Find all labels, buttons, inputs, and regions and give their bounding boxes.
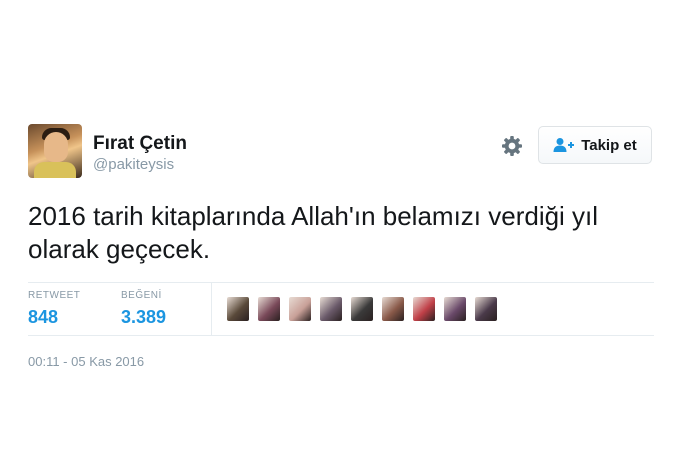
tweet-stats: RETWEET 848 BEĞENİ 3.389: [28, 282, 654, 336]
avatar[interactable]: [28, 124, 82, 178]
liker-avatar[interactable]: [320, 297, 342, 321]
gear-icon[interactable]: [500, 134, 524, 158]
like-label: BEĞENİ: [121, 290, 162, 301]
liker-avatar[interactable]: [258, 297, 280, 321]
follow-button-label: Takip et: [581, 136, 637, 154]
liker-avatars: [227, 297, 497, 321]
tweet-text: 2016 tarih kitaplarında Allah'ın belamız…: [28, 201, 599, 264]
stats-divider: [211, 283, 212, 335]
liker-avatar[interactable]: [382, 297, 404, 321]
avatar-shirt: [34, 162, 76, 178]
liker-avatar[interactable]: [289, 297, 311, 321]
follow-button[interactable]: Takip et: [538, 126, 652, 164]
retweet-stat[interactable]: RETWEET 848: [28, 290, 80, 329]
user-handle[interactable]: @pakiteysis: [93, 155, 187, 175]
user-names: Fırat Çetin @pakiteysis: [93, 133, 187, 175]
retweet-count: 848: [28, 307, 59, 327]
liker-avatar[interactable]: [444, 297, 466, 321]
tweet-header: Fırat Çetin @pakiteysis Takip et: [28, 124, 654, 180]
add-user-icon: [553, 137, 575, 153]
tweet-card: Fırat Çetin @pakiteysis Takip et 2016 ta…: [28, 124, 654, 370]
liker-avatar[interactable]: [227, 297, 249, 321]
avatar-face: [44, 132, 68, 162]
liker-avatar[interactable]: [351, 297, 373, 321]
retweet-label: RETWEET: [28, 290, 81, 301]
like-stat[interactable]: BEĞENİ 3.389: [121, 290, 166, 329]
like-count: 3.389: [121, 307, 167, 327]
tweet-timestamp[interactable]: 00:11 - 05 Kas 2016: [28, 354, 654, 370]
liker-avatar[interactable]: [475, 297, 497, 321]
display-name[interactable]: Fırat Çetin: [93, 133, 187, 155]
liker-avatar[interactable]: [413, 297, 435, 321]
page: Fırat Çetin @pakiteysis Takip et 2016 ta…: [0, 0, 690, 466]
